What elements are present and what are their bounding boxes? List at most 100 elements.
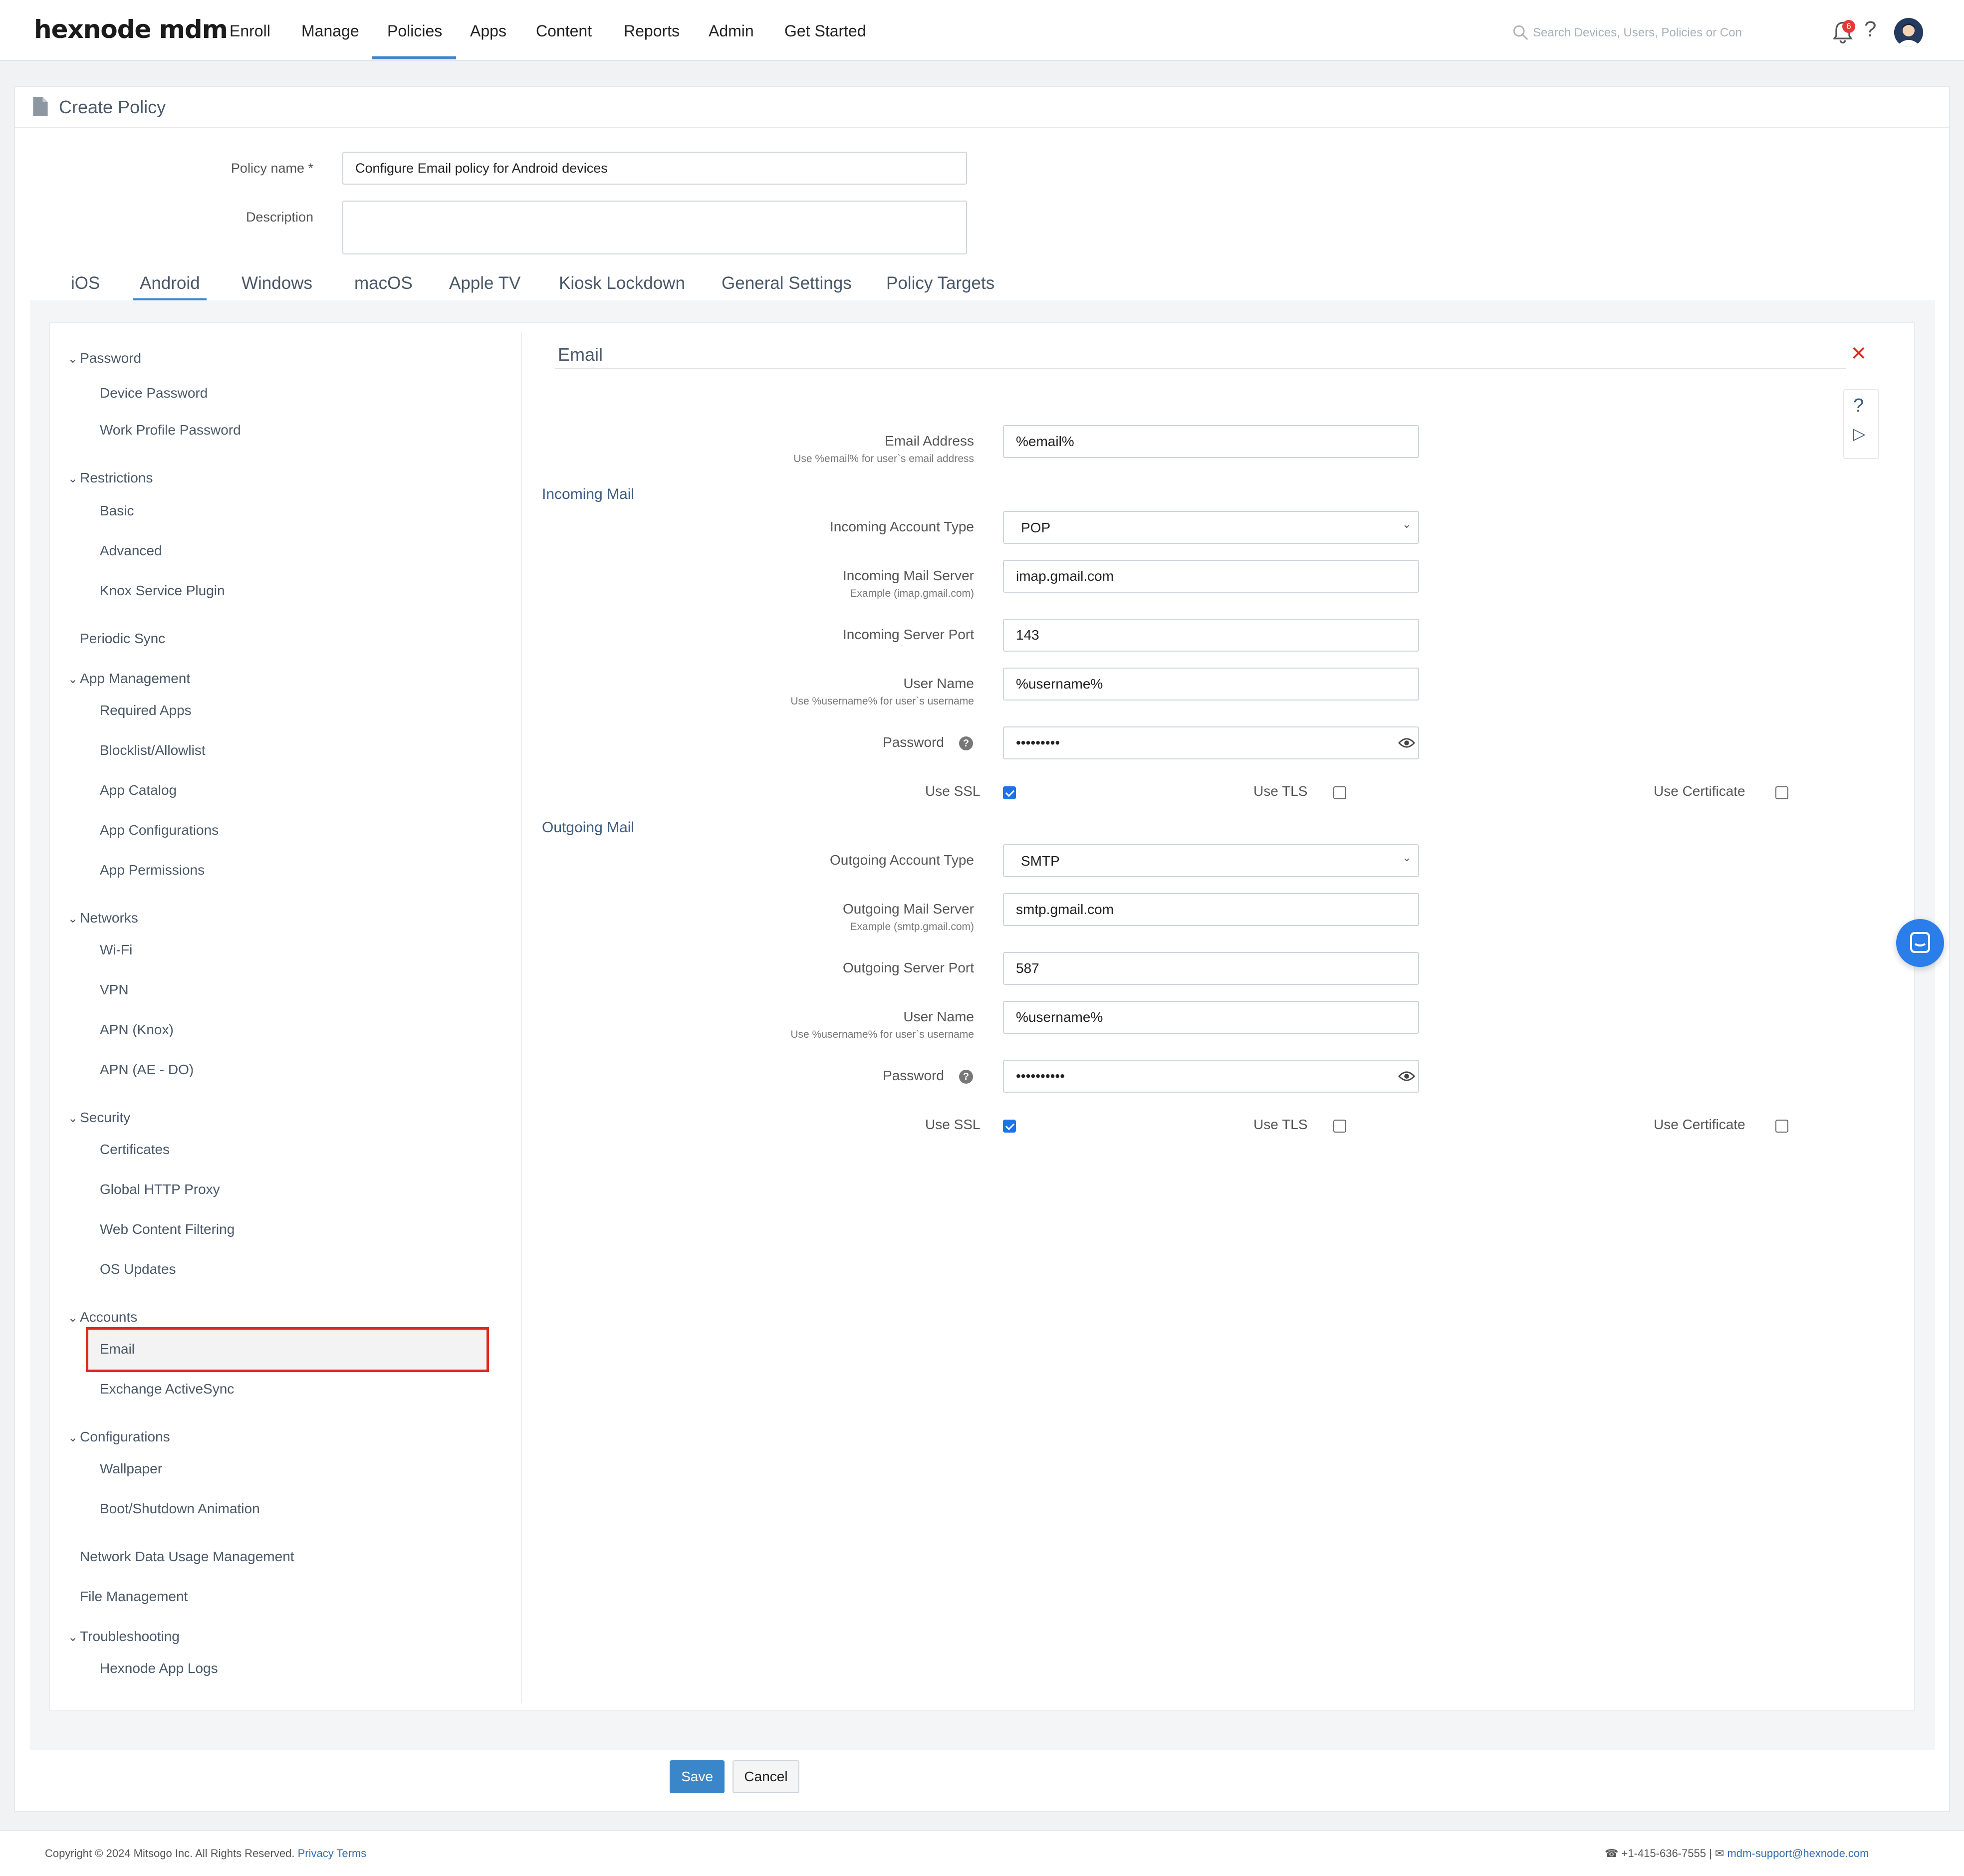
terms-link[interactable]: Terms: [336, 1847, 366, 1860]
sidebar-item-apn-knox[interactable]: APN (Knox): [100, 1022, 174, 1038]
nav-admin[interactable]: Admin: [709, 22, 754, 40]
sidebar-item-boot-shutdown-animation[interactable]: Boot/Shutdown Animation: [100, 1501, 260, 1517]
tab-general-settings[interactable]: General Settings: [722, 273, 852, 293]
sidebar-item-periodic-sync[interactable]: Periodic Sync: [80, 631, 165, 647]
sidebar-item-hexnode-app-logs[interactable]: Hexnode App Logs: [100, 1660, 218, 1676]
sidebar-item-advanced[interactable]: Advanced: [100, 543, 162, 559]
nav-enroll[interactable]: Enroll: [230, 22, 270, 40]
outgoing-account-type-select[interactable]: SMTP: [1003, 844, 1419, 877]
sidebar-item-vpn[interactable]: VPN: [100, 982, 129, 998]
sidebar-section-networks[interactable]: ⌄ Networks: [68, 910, 138, 926]
sidebar-item-certificates[interactable]: Certificates: [100, 1142, 170, 1158]
chevron-down-icon: ⌄: [68, 1112, 78, 1125]
help-icon[interactable]: ?: [1864, 17, 1876, 42]
play-tutorial-icon[interactable]: ▷: [1853, 424, 1866, 443]
outgoing-use-ssl-checkbox[interactable]: [1003, 1120, 1016, 1133]
sidebar-item-wallpaper[interactable]: Wallpaper: [100, 1461, 162, 1477]
incoming-account-type-select[interactable]: POP: [1003, 511, 1419, 544]
sidebar-item-app-configurations[interactable]: App Configurations: [100, 822, 219, 838]
sidebar-section-troubleshooting[interactable]: ⌄ Troubleshooting: [68, 1629, 180, 1644]
sidebar-item-apn-ae-do[interactable]: APN (AE - DO): [100, 1062, 194, 1078]
tab-ios[interactable]: iOS: [71, 273, 100, 293]
cancel-button[interactable]: Cancel: [733, 1760, 799, 1793]
sidebar-item-work-profile-password[interactable]: Work Profile Password: [100, 422, 241, 438]
sidebar-section-accounts[interactable]: ⌄ Accounts: [68, 1309, 137, 1325]
sidebar-item-app-catalog[interactable]: App Catalog: [100, 782, 177, 798]
tab-windows[interactable]: Windows: [242, 273, 312, 293]
sidebar-item-device-password[interactable]: Device Password: [100, 385, 208, 401]
incoming-server-port-input[interactable]: [1003, 619, 1419, 652]
policy-name-input[interactable]: [342, 152, 967, 185]
outgoing-username-label: User Name: [903, 1009, 974, 1024]
sidebar-section-label: Networks: [80, 910, 138, 926]
info-icon[interactable]: ?: [959, 1070, 973, 1084]
sidebar-section-restrictions[interactable]: ⌄ Restrictions: [68, 470, 153, 486]
nav-get-started[interactable]: Get Started: [784, 22, 866, 40]
global-search-input[interactable]: [1533, 23, 1742, 43]
tab-kiosk-lockdown[interactable]: Kiosk Lockdown: [559, 273, 685, 293]
outgoing-mail-server-input[interactable]: [1003, 893, 1419, 926]
tab-android[interactable]: Android: [140, 273, 200, 293]
selected-item-highlight: [86, 1327, 489, 1372]
info-icon[interactable]: ?: [959, 736, 973, 750]
sidebar-item-email[interactable]: Email: [100, 1341, 135, 1357]
sidebar-item-app-permissions[interactable]: App Permissions: [100, 862, 205, 878]
show-password-eye-icon[interactable]: [1398, 1071, 1415, 1082]
nav-policies[interactable]: Policies: [387, 22, 442, 40]
sidebar-section-label: Troubleshooting: [80, 1629, 180, 1644]
support-email-link[interactable]: mdm-support@hexnode.com: [1727, 1847, 1869, 1860]
nav-content[interactable]: Content: [536, 22, 592, 40]
incoming-password-input[interactable]: [1003, 726, 1419, 759]
sidebar-item-wifi[interactable]: Wi-Fi: [100, 942, 132, 958]
nav-apps[interactable]: Apps: [470, 22, 506, 40]
incoming-username-input[interactable]: [1003, 668, 1419, 701]
description-input[interactable]: [342, 201, 967, 254]
show-password-eye-icon[interactable]: [1398, 737, 1415, 748]
sidebar-item-global-http-proxy[interactable]: Global HTTP Proxy: [100, 1181, 220, 1197]
hexnode-logo[interactable]: hexnode mdm: [34, 15, 228, 44]
sidebar-section-app-management[interactable]: ⌄ App Management: [68, 671, 190, 687]
chevron-down-icon: ⌄: [68, 472, 78, 485]
question-icon[interactable]: ?: [1853, 395, 1864, 417]
incoming-use-ssl-checkbox[interactable]: [1003, 786, 1016, 799]
sidebar-item-required-apps[interactable]: Required Apps: [100, 703, 192, 718]
close-icon[interactable]: ✕: [1850, 342, 1867, 365]
sidebar-item-exchange-activesync[interactable]: Exchange ActiveSync: [100, 1381, 234, 1397]
search-icon: [1513, 25, 1528, 40]
tab-apple-tv[interactable]: Apple TV: [449, 273, 520, 293]
sidebar-item-knox-service-plugin[interactable]: Knox Service Plugin: [100, 583, 225, 599]
sidebar-item-file-management[interactable]: File Management: [80, 1589, 188, 1605]
outgoing-use-certificate-checkbox[interactable]: [1775, 1120, 1788, 1133]
sidebar-section-configurations[interactable]: ⌄ Configurations: [68, 1429, 170, 1445]
tab-macos[interactable]: macOS: [354, 273, 413, 293]
sidebar-item-blocklist-allowlist[interactable]: Blocklist/Allowlist: [100, 742, 206, 758]
top-navigation-bar: hexnode mdm Enroll Manage Policies Apps …: [0, 0, 1964, 61]
nav-manage[interactable]: Manage: [301, 22, 359, 40]
chevron-down-icon: ⌄: [68, 1431, 78, 1444]
tab-policy-targets[interactable]: Policy Targets: [886, 273, 994, 293]
outgoing-username-input[interactable]: [1003, 1001, 1419, 1034]
save-button[interactable]: Save: [670, 1760, 725, 1793]
sidebar-section-label: App Management: [80, 671, 191, 686]
privacy-link[interactable]: Privacy: [298, 1847, 334, 1860]
user-avatar[interactable]: [1894, 18, 1923, 47]
outgoing-password-input[interactable]: [1003, 1060, 1419, 1093]
sidebar-item-network-data-usage[interactable]: Network Data Usage Management: [80, 1549, 294, 1565]
chat-support-button[interactable]: [1896, 919, 1944, 967]
support-phone: +1-415-636-7555: [1621, 1847, 1706, 1860]
outgoing-server-port-input[interactable]: [1003, 952, 1419, 985]
sidebar-section-label: Password: [80, 350, 142, 366]
incoming-mail-server-input[interactable]: [1003, 560, 1419, 593]
sidebar-item-web-content-filtering[interactable]: Web Content Filtering: [100, 1221, 235, 1237]
incoming-use-tls-checkbox[interactable]: [1333, 786, 1346, 799]
sidebar-section-security[interactable]: ⌄ Security: [68, 1110, 130, 1126]
incoming-use-certificate-checkbox[interactable]: [1775, 786, 1788, 799]
sidebar-item-basic[interactable]: Basic: [100, 503, 134, 519]
nav-reports[interactable]: Reports: [624, 22, 680, 40]
sidebar-section-password[interactable]: ⌄ Password: [68, 350, 141, 366]
outgoing-use-certificate-label: Use Certificate: [1654, 1117, 1745, 1132]
sidebar-item-os-updates[interactable]: OS Updates: [100, 1261, 176, 1277]
outgoing-use-tls-checkbox[interactable]: [1333, 1120, 1346, 1133]
email-address-hint: Use %email% for user`s email address: [793, 453, 974, 465]
email-address-input[interactable]: [1003, 425, 1419, 458]
